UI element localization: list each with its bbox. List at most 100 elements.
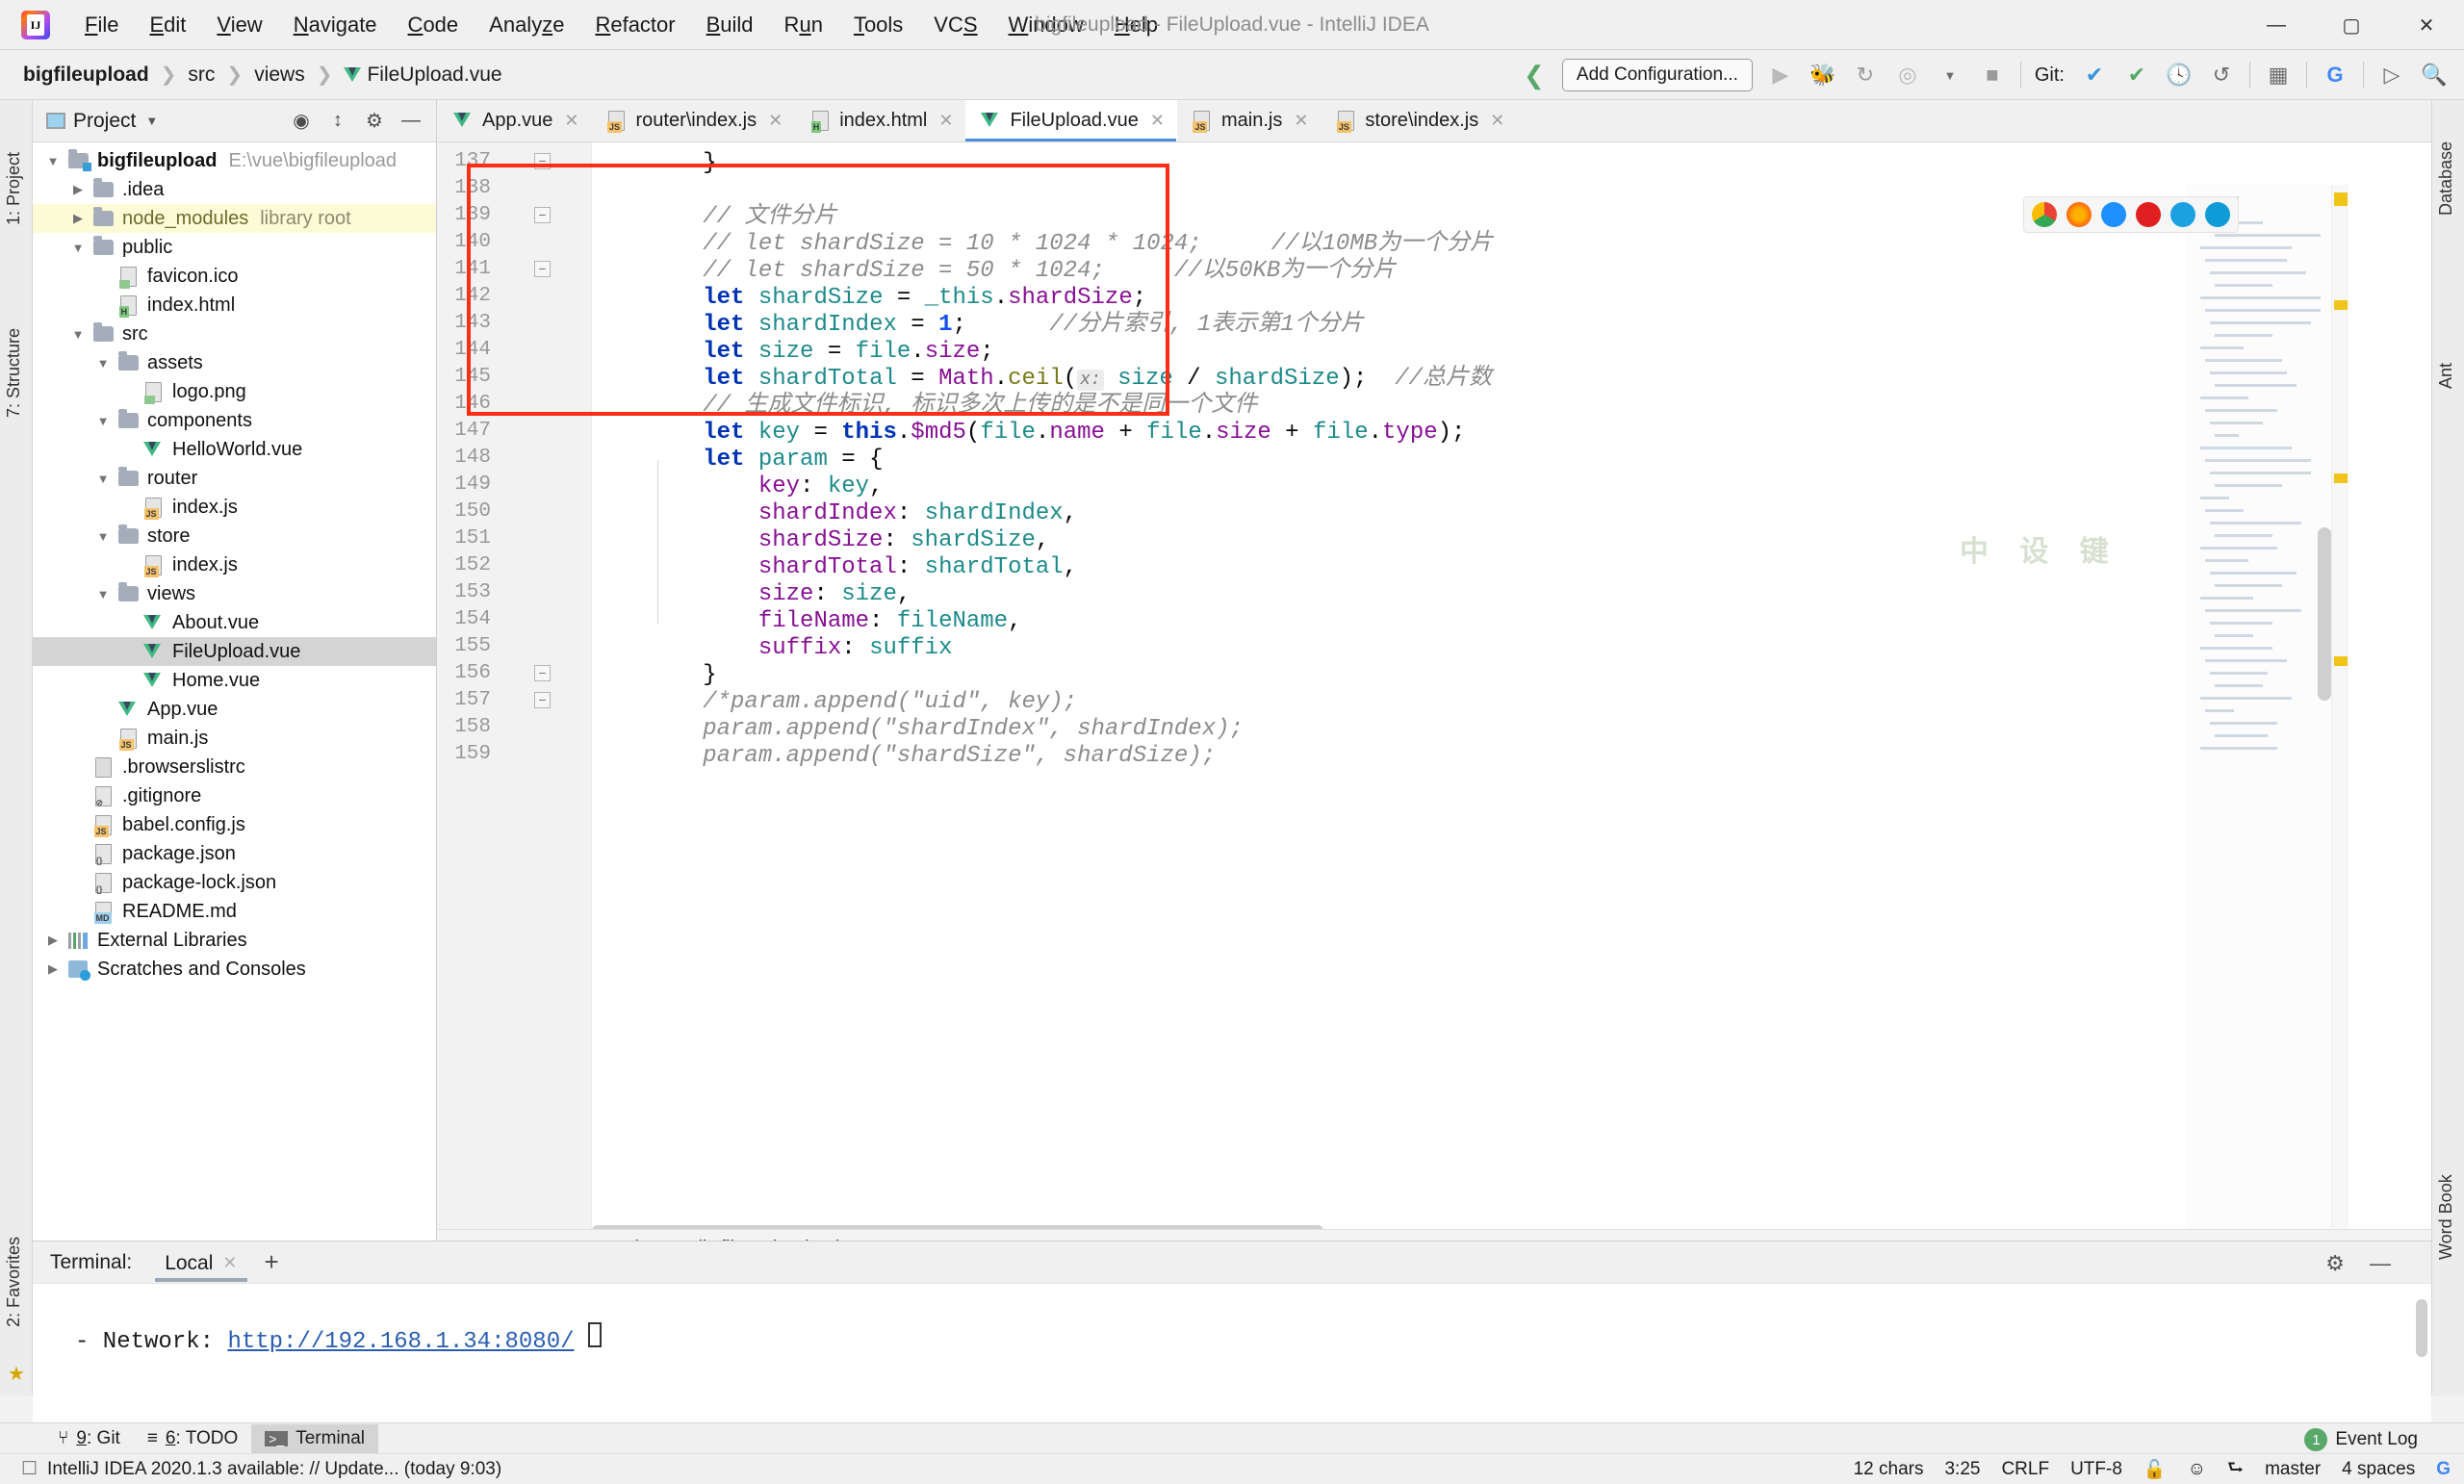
menu-item-analyze[interactable]: Analyze: [474, 9, 579, 41]
add-configuration-button[interactable]: Add Configuration...: [1561, 59, 1753, 91]
expand-arrow-icon[interactable]: ▼: [40, 154, 65, 168]
tree-node--gitignore[interactable]: ⊘ .gitignore: [33, 781, 436, 810]
code-line[interactable]: param.append("shardSize", shardSize);: [592, 743, 2431, 770]
code-fold-toggle[interactable]: −: [534, 153, 555, 174]
editor-tab-app-vue[interactable]: App.vue ✕: [438, 100, 591, 141]
window-controls[interactable]: — ▢ ✕: [2239, 0, 2464, 50]
tool-window-bar[interactable]: ⑂ 9: Git ≡ 6: TODO >_ Terminal: [0, 1422, 2464, 1453]
tree-node-about-vue[interactable]: About.vue: [33, 608, 436, 637]
tree-node-logo-png[interactable]: logo.png: [33, 377, 436, 406]
translate-icon[interactable]: G: [2321, 61, 2349, 90]
google-icon[interactable]: G: [2436, 1459, 2451, 1480]
tree-node--idea[interactable]: ▶ .idea: [33, 175, 436, 204]
settings-gear-icon[interactable]: ⚙: [363, 109, 386, 133]
menu-item-window[interactable]: Window: [993, 9, 1099, 41]
sidebar-item-ant[interactable]: Ant: [2436, 363, 2462, 409]
code-content[interactable]: } // 文件分片 // let shardSize = 10 * 1024 *…: [592, 142, 2431, 1241]
expand-arrow-icon[interactable]: ▼: [90, 414, 116, 428]
tool-window-button-terminal[interactable]: >_ Terminal: [251, 1423, 379, 1453]
close-icon[interactable]: ✕: [222, 1253, 237, 1273]
warning-marker-3[interactable]: [2334, 473, 2348, 483]
terminal-settings-gear-icon[interactable]: ⚙: [2325, 1251, 2345, 1276]
menu-item-view[interactable]: View: [201, 9, 277, 41]
code-line[interactable]: let shardSize = _this.shardSize;: [592, 285, 2431, 312]
safari-icon[interactable]: [2101, 202, 2126, 227]
git-history-icon[interactable]: 🕓: [2165, 61, 2194, 90]
editor-tab-main-js[interactable]: JS main.js ✕: [1177, 100, 1321, 141]
edge-icon[interactable]: [2205, 202, 2230, 227]
sidebar-item-word-book[interactable]: Word Book: [2436, 1174, 2464, 1280]
hide-panel-icon[interactable]: —: [399, 110, 423, 132]
status-indent[interactable]: 4 spaces: [2342, 1459, 2415, 1480]
code-line[interactable]: key: key,: [592, 473, 2431, 500]
warning-marker-2[interactable]: [2334, 300, 2348, 310]
terminal-output[interactable]: - Network: http://192.168.1.34:8080/: [33, 1284, 2431, 1355]
editor-tab-router-index-js[interactable]: JS router\index.js ✕: [591, 100, 795, 141]
tree-node-index-html[interactable]: Hindex.html: [33, 291, 436, 320]
git-update-icon[interactable]: ✔: [2080, 61, 2109, 90]
menu-item-vcs[interactable]: VCS: [918, 9, 992, 41]
tree-node-node-modules[interactable]: ▶ node_modules library root: [33, 204, 436, 233]
profile-icon[interactable]: ◎: [1893, 61, 1922, 90]
status-message[interactable]: IntelliJ IDEA 2020.1.3 available: // Upd…: [47, 1459, 501, 1480]
code-line[interactable]: fileName: fileName,: [592, 608, 2431, 635]
editor-vertical-scrollbar[interactable]: [2318, 527, 2331, 701]
tree-node-public[interactable]: ▼ public: [33, 233, 436, 262]
tree-node-package-lock-json[interactable]: {} package-lock.json: [33, 868, 436, 897]
git-rollback-icon[interactable]: ↺: [2207, 61, 2236, 90]
terminal-scrollbar[interactable]: [2416, 1299, 2427, 1357]
close-icon[interactable]: ✕: [1490, 111, 1504, 131]
git-commit-icon[interactable]: ✔: [2122, 61, 2151, 90]
warning-marker[interactable]: [2334, 192, 2348, 206]
tree-node-store[interactable]: ▼ store: [33, 522, 436, 550]
favorites-star-icon[interactable]: ★: [8, 1362, 25, 1386]
run-with-coverage-icon[interactable]: ↻: [1851, 61, 1880, 90]
code-line[interactable]: suffix: suffix: [592, 635, 2431, 662]
hector-icon[interactable]: ☺: [2188, 1459, 2206, 1480]
tree-node-index-js[interactable]: JS index.js: [33, 550, 436, 579]
code-line[interactable]: let size = file.size;: [592, 339, 2431, 366]
tree-node-index-js[interactable]: JS index.js: [33, 493, 436, 522]
status-memory-icon[interactable]: ☐: [21, 1458, 38, 1480]
error-stripe[interactable]: [2331, 185, 2348, 1241]
sidebar-item-database[interactable]: Database: [2436, 141, 2464, 236]
menu-item-file[interactable]: File: [69, 9, 134, 41]
tree-node-babel-config-js[interactable]: JS babel.config.js: [33, 810, 436, 839]
code-line[interactable]: shardTotal: shardTotal,: [592, 554, 2431, 581]
tree-node-main-js[interactable]: JS main.js: [33, 724, 436, 753]
code-fold-toggle[interactable]: −: [534, 665, 555, 686]
tree-node-components[interactable]: ▼ components: [33, 406, 436, 435]
terminal-hide-icon[interactable]: —: [2370, 1251, 2391, 1276]
expand-arrow-icon[interactable]: ▶: [40, 961, 65, 977]
breadcrumb-item-fileupload-vue[interactable]: FileUpload.vue: [338, 62, 507, 89]
firefox-icon[interactable]: [2066, 202, 2092, 227]
code-line[interactable]: let param = {: [592, 447, 2431, 473]
tool-window-button-todo[interactable]: ≡ 6: TODO: [134, 1424, 251, 1453]
code-line[interactable]: // 生成文件标识, 标识多次上传的是不是同一个文件: [592, 393, 2431, 420]
expand-arrow-icon[interactable]: ▼: [90, 529, 116, 544]
close-icon[interactable]: ✕: [768, 111, 783, 131]
chevron-down-icon[interactable]: ▼: [145, 114, 158, 128]
menu-item-tools[interactable]: Tools: [838, 9, 918, 41]
editor-tab-store-index-js[interactable]: JS store\index.js ✕: [1321, 100, 1517, 141]
tree-node-home-vue[interactable]: Home.vue: [33, 666, 436, 695]
close-icon[interactable]: ✕: [564, 111, 578, 131]
tree-node-helloworld-vue[interactable]: HelloWorld.vue: [33, 435, 436, 464]
tree-node-app-vue[interactable]: App.vue: [33, 695, 436, 724]
code-line[interactable]: shardIndex: shardIndex,: [592, 500, 2431, 527]
code-line[interactable]: let shardIndex = 1; //分片索引, 1表示第1个分片: [592, 312, 2431, 339]
tree-node--browserslistrc[interactable]: .browserslistrc: [33, 753, 436, 781]
code-fold-toggle[interactable]: −: [534, 261, 555, 282]
expand-arrow-icon[interactable]: ▼: [90, 587, 116, 601]
tree-node-fileupload-vue[interactable]: FileUpload.vue: [33, 637, 436, 666]
warning-marker-4[interactable]: [2334, 656, 2348, 666]
tool-window-button-git[interactable]: ⑂ 9: Git: [44, 1424, 134, 1453]
tree-node-external-libraries[interactable]: ▶ External Libraries: [33, 926, 436, 955]
back-arrow-icon[interactable]: ❮: [1520, 61, 1549, 90]
branch-icon[interactable]: ⮑: [2227, 1454, 2244, 1484]
menu-item-build[interactable]: Build: [691, 9, 769, 41]
editor-tabs[interactable]: App.vue ✕ JS router\index.js ✕ Hindex.html ✕ Fi…: [438, 100, 2431, 142]
run-icon[interactable]: ▶: [1766, 61, 1795, 90]
project-file-tree[interactable]: ▼ bigfileupload E:\vue\bigfileupload ▶ .idea…: [33, 142, 436, 1241]
editor-gutter[interactable]: 137 − 138 139 − 140 141 − 142 143 144 145 146 147 148 1…: [438, 142, 592, 1241]
